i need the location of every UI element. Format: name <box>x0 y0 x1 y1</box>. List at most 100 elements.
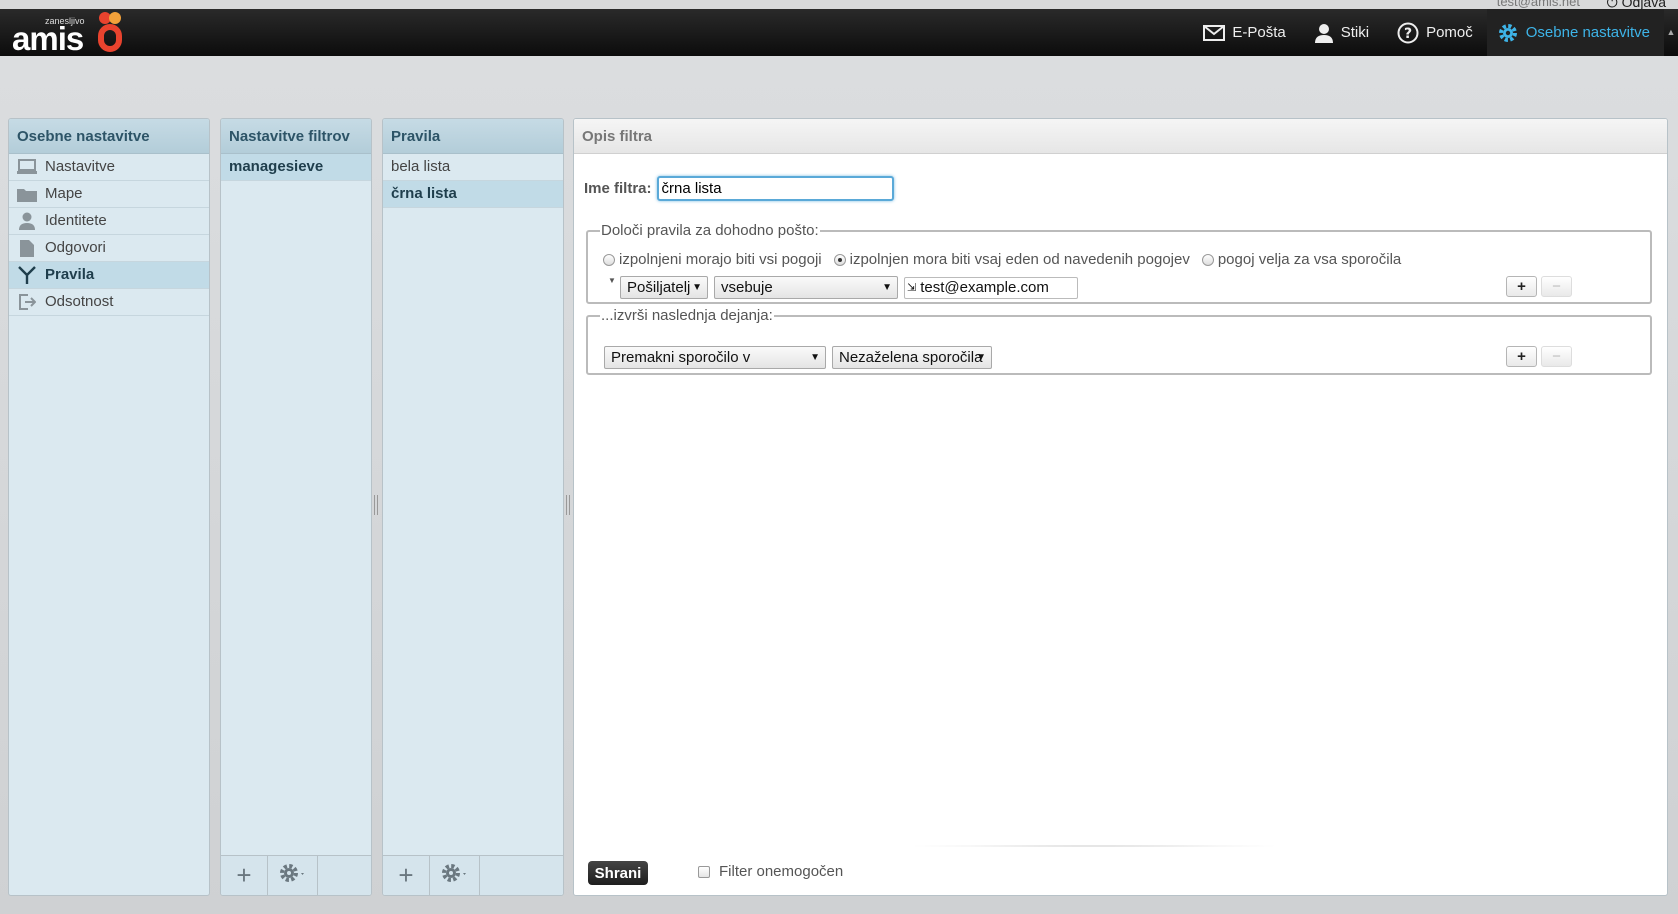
svg-text:?: ? <box>1404 26 1412 42</box>
plus-icon: + <box>398 860 414 890</box>
rule-value-input[interactable]: ⇲ test@example.com <box>904 277 1078 299</box>
nav-item-mail[interactable]: E-Pošta <box>1189 9 1299 56</box>
filter-set-item[interactable]: managesieve <box>221 154 371 181</box>
gear-icon <box>440 860 470 891</box>
add-rule-button[interactable]: + <box>383 856 430 895</box>
logo-dot-orange <box>109 12 121 24</box>
edit-list-icon[interactable]: ⇲ <box>907 278 916 298</box>
settings-item-label: Mape <box>45 185 83 202</box>
actions-legend: ...izvrši naslednja dejanja: <box>601 307 773 324</box>
gear-icon <box>1497 22 1519 44</box>
minus-icon: − <box>1552 348 1561 365</box>
nav-collapse-caret-icon[interactable]: ▲ <box>1664 9 1678 56</box>
nav-item-help[interactable]: ? Pomoč <box>1383 9 1487 56</box>
settings-item-label: Odsotnost <box>45 293 114 310</box>
rule-header-value: Pošiljatelj <box>627 279 691 296</box>
save-button[interactable]: Shrani <box>588 861 648 885</box>
mail-icon <box>1203 24 1226 41</box>
match-all-label: izpolnjeni morajo biti vsi pogoji <box>619 251 822 268</box>
settings-panel-title: Osebne nastavitve <box>9 119 209 154</box>
nav-item-contacts[interactable]: Stiki <box>1300 9 1383 56</box>
radio-button[interactable] <box>833 253 846 266</box>
splitter-handle[interactable] <box>374 495 378 515</box>
nav-item-settings[interactable]: Osebne nastavitve <box>1486 9 1664 56</box>
exit-icon <box>17 293 37 311</box>
nav-label-contacts: Stiki <box>1340 24 1370 41</box>
filter-set-actions-button[interactable] <box>268 856 318 895</box>
filter-editor: Opis filtra Ime filtra: Določi pravila z… <box>573 118 1668 896</box>
filter-editor-footer: Shrani Filter onemogočen <box>574 845 1667 895</box>
filter-name-label: Ime filtra: <box>584 180 652 197</box>
footer-divider <box>904 845 1284 847</box>
contact-icon <box>1314 23 1334 43</box>
settings-item-folders[interactable]: Mape <box>9 181 209 208</box>
add-filter-set-button[interactable]: + <box>221 856 268 895</box>
match-all-radio[interactable]: izpolnjeni morajo biti vsi pogoji <box>603 251 822 268</box>
filter-name-input[interactable] <box>656 176 894 201</box>
rules-panel-title: Pravila <box>383 119 563 154</box>
user-icon <box>17 212 37 230</box>
logout-label: Odjava <box>1621 0 1666 9</box>
remove-action-button[interactable]: − <box>1541 346 1572 367</box>
filter-name-row: Ime filtra: <box>584 176 894 201</box>
filter-disabled-row[interactable]: Filter onemogočen <box>698 863 843 880</box>
top-status-line: test@amis.net ⏻ Odjava <box>0 0 1678 9</box>
settings-item-label: Nastavitve <box>45 158 116 175</box>
rule-operator-select[interactable]: vsebuje ▼ <box>714 276 898 299</box>
rules-footer: + <box>383 855 563 895</box>
filter-sets-footer: + <box>221 855 371 895</box>
settings-item-label: Odgovori <box>45 239 106 256</box>
splitter-handle[interactable] <box>566 495 570 515</box>
help-icon: ? <box>1397 22 1419 44</box>
rule-collapse-triangle-icon[interactable]: ▼ <box>608 276 616 285</box>
dropdown-arrow-icon: ▼ <box>810 352 820 363</box>
rule-operator-value: vsebuje <box>721 279 773 296</box>
rule-header-select[interactable]: Pošiljatelj ▼ <box>620 276 708 299</box>
radio-button[interactable] <box>603 253 615 266</box>
settings-item-preferences[interactable]: Nastavitve <box>9 154 209 181</box>
settings-item-identities[interactable]: Identitete <box>9 208 209 235</box>
match-any-label: izpolnjen mora biti vsaj eden od naveden… <box>849 251 1190 268</box>
dropdown-arrow-icon: ▼ <box>976 352 986 363</box>
action-target-select[interactable]: Nezaželena sporočila ▼ <box>832 346 992 369</box>
logo[interactable]: zanesljivo amis <box>10 11 125 57</box>
settings-item-responses[interactable]: Odgovori <box>9 235 209 262</box>
remove-rule-row-button[interactable]: − <box>1541 276 1572 297</box>
logo-wordmark: amis <box>12 20 84 57</box>
rule-item-blacklist[interactable]: črna lista <box>383 181 563 208</box>
add-rule-row-button[interactable]: + <box>1506 276 1537 297</box>
settings-item-label: Pravila <box>45 266 95 283</box>
filter-disabled-checkbox[interactable] <box>698 865 710 878</box>
plus-icon: + <box>1517 348 1526 365</box>
rules-panel: Pravila bela lista črna lista + <box>382 118 564 896</box>
settings-item-vacation[interactable]: Odsotnost <box>9 289 209 316</box>
add-action-button[interactable]: + <box>1506 346 1537 367</box>
rules-legend: Določi pravila za dohodno pošto: <box>601 222 819 239</box>
settings-item-rules[interactable]: Pravila <box>9 262 209 289</box>
rule-item-whitelist[interactable]: bela lista <box>383 154 563 181</box>
gear-icon <box>278 860 308 891</box>
nav-label-help: Pomoč <box>1426 24 1473 41</box>
filter-disabled-label: Filter onemogočen <box>719 863 844 880</box>
settings-item-label: Identitete <box>45 212 107 229</box>
action-type-select[interactable]: Premakni sporočilo v ▼ <box>604 346 826 369</box>
minus-icon: − <box>1552 278 1561 295</box>
document-icon <box>17 239 37 257</box>
action-target-value: Nezaželena sporočila <box>839 349 983 366</box>
main-nav: E-Pošta Stiki ? Pomoč Osebne nastavitve … <box>1189 9 1678 56</box>
folder-icon <box>17 187 37 202</box>
logout-link[interactable]: ⏻ Odjava <box>1607 0 1666 9</box>
match-options: izpolnjeni morajo biti vsi pogoji izpoln… <box>603 251 1413 268</box>
filter-sets-panel-title: Nastavitve filtrov <box>221 119 371 154</box>
match-any-radio[interactable]: izpolnjen mora biti vsaj eden od naveden… <box>833 251 1190 268</box>
top-bar: zanesljivo amis E-Pošta Stiki ? Pomoč Os… <box>0 9 1678 57</box>
action-type-value: Premakni sporočilo v <box>611 349 751 366</box>
radio-button[interactable] <box>1201 253 1214 266</box>
rule-value-text: test@example.com <box>920 279 1049 296</box>
dropdown-arrow-icon: ▼ <box>882 282 892 293</box>
logo-eight <box>98 24 122 52</box>
rule-actions-button[interactable] <box>430 856 480 895</box>
match-all-messages-radio[interactable]: pogoj velja za vsa sporočila <box>1201 251 1401 268</box>
plus-icon: + <box>236 860 252 890</box>
rule-label: bela lista <box>391 158 451 175</box>
